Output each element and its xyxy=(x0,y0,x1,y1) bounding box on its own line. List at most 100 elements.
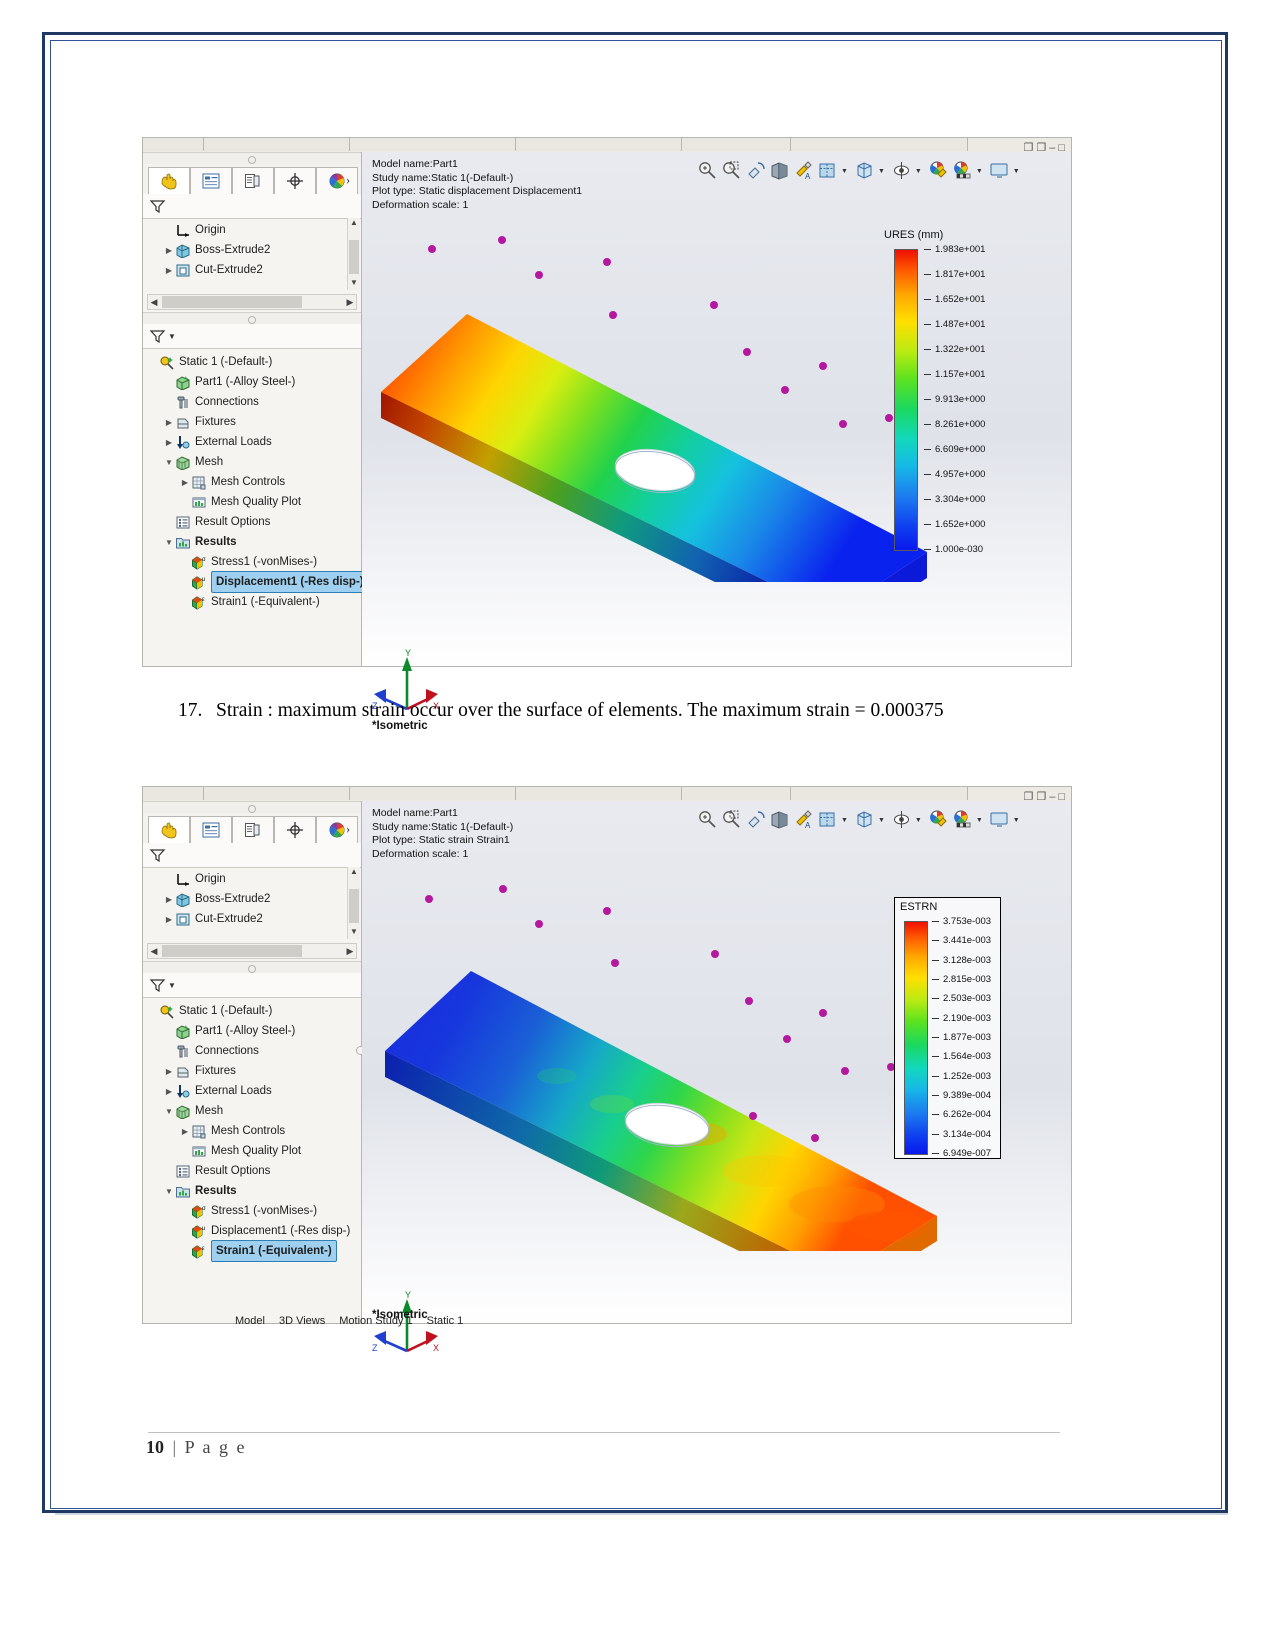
document-tab-3d-views[interactable]: 3D Views xyxy=(279,1315,325,1327)
tree-expand-arrow-icon[interactable]: ▼ xyxy=(163,1107,175,1116)
zoom-to-fit-icon[interactable] xyxy=(721,160,742,181)
display-style-icon[interactable] xyxy=(854,160,875,181)
tree-item-boss-extrude2[interactable]: ▶ Boss-Extrude2 xyxy=(145,240,347,260)
view-settings-icon[interactable] xyxy=(952,160,973,181)
view-settings-dropdown-icon[interactable]: ▼ xyxy=(976,167,983,175)
tree-expand-arrow-icon[interactable]: ▶ xyxy=(163,1087,175,1096)
scroll-left-icon[interactable]: ◀ xyxy=(148,297,160,308)
viewport-icon[interactable] xyxy=(989,160,1010,181)
section-view-icon[interactable] xyxy=(769,160,790,181)
tree-item-mesh-controls[interactable]: ▶ Mesh Controls xyxy=(145,1121,357,1141)
manager-tabs-more-icon[interactable]: › xyxy=(339,817,357,841)
manager-tabs-more-icon[interactable]: › xyxy=(339,168,357,192)
tree-item-stress1-vonmises[interactable]: σ Stress1 (-vonMises-) xyxy=(145,1201,357,1221)
property-manager-tab[interactable] xyxy=(232,816,274,844)
fig2-view-toolbar[interactable]: A ▼ ▼ ▼ ▼ ▼ xyxy=(697,809,1023,830)
view-orientation-icon[interactable] xyxy=(817,809,838,830)
view-orientation-dropdown-icon[interactable]: ▼ xyxy=(841,816,848,824)
tree-item-static-1-default[interactable]: Static 1 (-Default-) xyxy=(145,1001,357,1021)
tree-item-displacement1-res-disp[interactable]: u Displacement1 (-Res disp-) xyxy=(145,1221,357,1241)
view-orientation-icon[interactable] xyxy=(817,160,838,181)
tree-item-fixtures[interactable]: ▶ Fixtures xyxy=(145,1061,357,1081)
zoom-to-area-icon[interactable] xyxy=(697,160,718,181)
tree-item-part1-alloy-steel[interactable]: Part1 (-Alloy Steel-) xyxy=(145,1021,357,1041)
feature-manager-tab[interactable] xyxy=(190,167,232,195)
viewport-dropdown-icon[interactable]: ▼ xyxy=(1013,816,1020,824)
tree-expand-arrow-icon[interactable]: ▶ xyxy=(163,915,175,924)
rotate-view-icon[interactable] xyxy=(745,160,766,181)
tree-expand-arrow-icon[interactable]: ▶ xyxy=(179,1127,191,1136)
scroll-up-icon[interactable]: ▲ xyxy=(348,218,360,230)
viewport-dropdown-icon[interactable]: ▼ xyxy=(1013,167,1020,175)
tree-item-fixtures[interactable]: ▶ Fixtures xyxy=(145,412,357,432)
fig2-document-tabs[interactable]: Model 3D Views Motion Study 1 Static 1 xyxy=(235,1315,463,1327)
tree-expand-arrow-icon[interactable]: ▶ xyxy=(163,895,175,904)
hand-tool-tab[interactable] xyxy=(148,167,190,195)
view-orientation-dropdown-icon[interactable]: ▼ xyxy=(841,167,848,175)
tree-item-strain1-equivalent[interactable]: ε Strain1 (-Equivalent-) xyxy=(145,592,357,612)
fig2-feature-tree[interactable]: Origin ▶ Boss-Extrude2 ▶ Cut-Extrude2 xyxy=(145,869,347,937)
tree-item-result-options[interactable]: Result Options xyxy=(145,1161,357,1181)
scroll-down-icon[interactable]: ▼ xyxy=(348,278,360,290)
tree-item-connections[interactable]: Connections xyxy=(145,392,357,412)
tree-item-part1-alloy-steel[interactable]: Part1 (-Alloy Steel-) xyxy=(145,372,357,392)
fig2-filter-bar[interactable] xyxy=(143,843,361,868)
tree-item-external-loads[interactable]: ▶ External Loads xyxy=(145,1081,357,1101)
tree-item-results[interactable]: ▼ Results xyxy=(145,1181,357,1201)
fig1-study-filter-bar[interactable]: ▼ xyxy=(143,324,361,349)
tree-item-external-loads[interactable]: ▶ External Loads xyxy=(145,432,357,452)
appearance-icon[interactable]: A xyxy=(793,809,814,830)
scroll-right-icon[interactable]: ▶ xyxy=(344,297,356,308)
document-tab-model[interactable]: Model xyxy=(235,1315,265,1327)
document-tab-static-1[interactable]: Static 1 xyxy=(427,1315,464,1327)
fig1-graphics-area[interactable]: Model name:Part1 Study name:Static 1(-De… xyxy=(362,152,1071,732)
scroll-left-icon[interactable]: ◀ xyxy=(148,946,160,957)
fig1-feature-tree-scrollbar[interactable]: ▲ ▼ xyxy=(347,218,360,290)
display-style-dropdown-icon[interactable]: ▼ xyxy=(878,167,885,175)
section-view-icon[interactable] xyxy=(769,809,790,830)
tree-item-cut-extrude2[interactable]: ▶ Cut-Extrude2 xyxy=(145,260,347,280)
fig2-graphics-area[interactable]: Model name:Part1 Study name:Static 1(-De… xyxy=(362,801,1071,1353)
hide-show-dropdown-icon[interactable]: ▼ xyxy=(915,816,922,824)
chevron-down-icon[interactable]: ▼ xyxy=(168,332,176,341)
configuration-manager-tab[interactable] xyxy=(274,167,316,195)
chevron-down-icon[interactable]: ▼ xyxy=(168,981,176,990)
rotate-view-icon[interactable] xyxy=(745,809,766,830)
property-manager-tab[interactable] xyxy=(232,167,274,195)
tree-item-stress1-vonmises[interactable]: σ Stress1 (-vonMises-) xyxy=(145,552,357,572)
fig1-study-tree[interactable]: Static 1 (-Default-) Part1 (-Alloy Steel-… xyxy=(145,352,369,612)
tree-expand-arrow-icon[interactable]: ▼ xyxy=(163,1187,175,1196)
tree-item-mesh[interactable]: ▼ Mesh xyxy=(145,1101,357,1121)
tree-item-result-options[interactable]: Result Options xyxy=(145,512,357,532)
tree-item-boss-extrude2[interactable]: ▶ Boss-Extrude2 xyxy=(145,889,347,909)
tree-item-results[interactable]: ▼ Results xyxy=(145,532,357,552)
tree-expand-arrow-icon[interactable]: ▶ xyxy=(163,246,175,255)
tree-expand-arrow-icon[interactable]: ▶ xyxy=(163,438,175,447)
view-settings-dropdown-icon[interactable]: ▼ xyxy=(976,816,983,824)
hide-show-dropdown-icon[interactable]: ▼ xyxy=(915,167,922,175)
viewport-icon[interactable] xyxy=(989,809,1010,830)
fig2-study-filter-bar[interactable]: ▼ xyxy=(143,973,361,998)
fig1-feature-tree[interactable]: Origin ▶ Boss-Extrude2 ▶ Cut-Extrude2 xyxy=(145,220,347,288)
fig1-filter-bar[interactable] xyxy=(143,194,361,219)
hide-show-icon[interactable] xyxy=(891,160,912,181)
scroll-up-icon[interactable]: ▲ xyxy=(348,867,360,879)
zoom-to-area-icon[interactable] xyxy=(697,809,718,830)
scroll-right-icon[interactable]: ▶ xyxy=(344,946,356,957)
tree-expand-arrow-icon[interactable]: ▼ xyxy=(163,538,175,547)
tree-expand-arrow-icon[interactable]: ▶ xyxy=(163,266,175,275)
fig1-manager-tabs[interactable]: › xyxy=(143,164,361,195)
configuration-manager-tab[interactable] xyxy=(274,816,316,844)
fig1-feature-tree-hscroll[interactable]: ◀ ▶ xyxy=(147,294,357,310)
view-settings-icon[interactable] xyxy=(952,809,973,830)
document-tab-motion-study[interactable]: Motion Study 1 xyxy=(339,1315,412,1327)
tree-item-mesh-controls[interactable]: ▶ Mesh Controls xyxy=(145,472,357,492)
tree-item-strain1-equivalent[interactable]: ε Strain1 (-Equivalent-) xyxy=(145,1240,357,1262)
apply-scene-icon[interactable] xyxy=(928,809,949,830)
apply-scene-icon[interactable] xyxy=(928,160,949,181)
fig2-feature-tree-scrollbar[interactable]: ▲ ▼ xyxy=(347,867,360,939)
tree-item-connections[interactable]: Connections xyxy=(145,1041,357,1061)
tree-item-origin[interactable]: Origin xyxy=(145,220,347,240)
fig2-feature-tree-hscroll[interactable]: ◀ ▶ xyxy=(147,943,357,959)
tree-expand-arrow-icon[interactable]: ▼ xyxy=(163,458,175,467)
